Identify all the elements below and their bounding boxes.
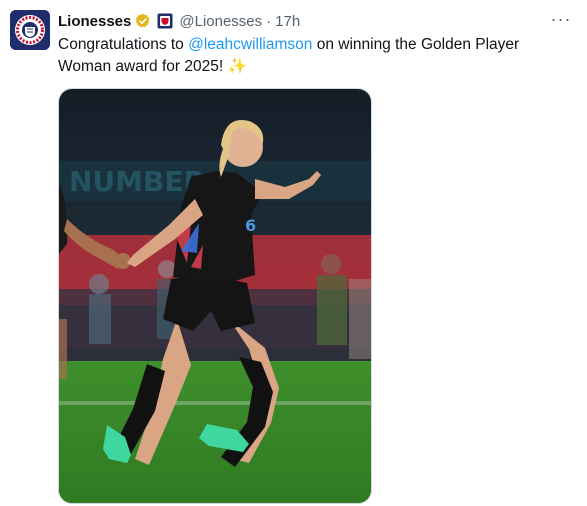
mention-link[interactable]: @leahcwilliamson [188,36,312,53]
tweet-header: Lionesses @Lionesses · 17h [58,10,575,32]
more-options-button[interactable]: ··· [549,8,573,30]
separator-dot: · [266,12,272,30]
affiliate-crest-icon[interactable] [157,13,173,29]
svg-text:NUMBER: NUMBER [69,165,205,198]
tweet-text-intro: Congratulations to [58,36,189,53]
england-crest-avatar-icon [10,10,50,50]
tweet-text: Congratulations to @leahcwilliamson on w… [58,34,558,78]
verified-badge-icon [135,13,151,29]
author-name[interactable]: Lionesses [58,13,131,30]
avatar[interactable] [10,10,50,50]
tweet-photo[interactable]: NUMBER 6 [58,88,372,504]
timestamp[interactable]: 17h [275,13,300,30]
svg-text:6: 6 [245,216,256,235]
author-handle[interactable]: @Lionesses [179,13,262,30]
more-options-icon: ··· [550,8,572,29]
footballer-celebration-photo: NUMBER 6 [59,89,371,503]
tweet[interactable]: Lionesses @Lionesses · 17h ··· Congratul… [0,0,587,506]
